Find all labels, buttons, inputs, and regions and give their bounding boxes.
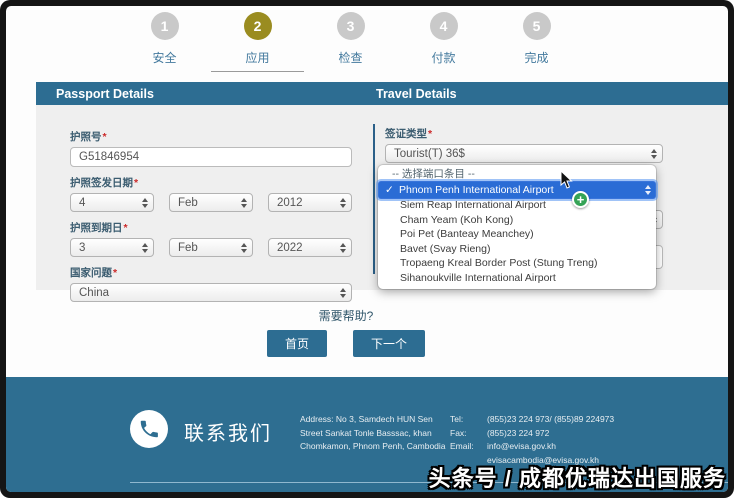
dropdown-option[interactable]: Poi Pet (Banteay Meanchey) (378, 227, 656, 242)
visa-type-select[interactable]: Tourist(T) 36$ (385, 144, 663, 163)
dropdown-option[interactable]: Sihanoukville International Airport (378, 271, 656, 286)
issue-date-label: 护照签发日期* (70, 177, 139, 189)
issue-month-select[interactable]: Feb (169, 193, 253, 212)
contact-details-block: Tel: (855)23 224 973/ (855)89 224973 Fax:… (450, 413, 614, 467)
stepper-icon (651, 148, 657, 159)
form-panel: Passport Details Travel Details 护照号* 护照签… (36, 82, 728, 302)
issue-day-select[interactable]: 4 (70, 193, 154, 212)
next-button[interactable]: 下一个 (353, 330, 426, 357)
stepper-icon (340, 242, 346, 253)
stepper-icon (142, 242, 148, 253)
step-number-badge: 4 (429, 12, 458, 40)
country-label: 国家问题* (70, 267, 118, 279)
email-value[interactable]: info@evisa.gov.kh (487, 440, 556, 454)
address-block: Address: No 3, Samdech HUN Sen Street Sa… (300, 414, 446, 451)
nav-buttons: 首页 下一个 (6, 330, 686, 357)
dropdown-placeholder-option[interactable]: -- 选择端口条目 -- (378, 167, 656, 182)
dropdown-option[interactable]: Siem Reap International Airport (378, 198, 656, 213)
dropdown-option[interactable]: Tropaeng Kreal Border Post (Stung Treng) (378, 256, 656, 271)
fax-value: (855)23 224 972 (487, 427, 550, 438)
passport-number-label: 护照号* (70, 131, 107, 143)
step-indicator: 1 安全 2 应用 3 检查 4 付款 5 完成 (118, 12, 583, 72)
step-security[interactable]: 1 安全 (118, 12, 211, 72)
stepper-icon (340, 287, 346, 298)
passport-details-column: 护照号* 护照签发日期* 4 Feb 2012 (70, 129, 352, 310)
dropdown-option-selected[interactable]: ✓ Phnom Penh International Airport (379, 181, 655, 198)
travel-details-title: Travel Details (376, 86, 457, 101)
tel-value: (855)23 224 973/ (855)89 224973 (487, 414, 615, 424)
step-number-badge: 5 (522, 12, 551, 40)
step-label: 完成 (524, 51, 549, 65)
dropdown-option[interactable]: Bavet (Svay Rieng) (378, 242, 656, 257)
column-divider (373, 124, 375, 274)
expiry-day-select[interactable]: 3 (70, 238, 154, 257)
step-complete[interactable]: 5 完成 (490, 12, 583, 72)
step-label: 付款 (431, 51, 456, 65)
checkmark-icon: ✓ (385, 183, 394, 196)
dropdown-option[interactable]: Cham Yeam (Koh Kong) (378, 213, 656, 228)
contact-us-title: 联系我们 (184, 423, 272, 445)
step-label: 应用 (245, 51, 270, 65)
stepper-icon (340, 197, 346, 208)
stepper-icon (241, 197, 247, 208)
expiry-year-select[interactable]: 2022 (268, 238, 352, 257)
port-entry-dropdown: -- 选择端口条目 -- ✓ Phnom Penh International A… (378, 165, 656, 289)
home-button[interactable]: 首页 (266, 330, 327, 357)
passport-details-title: Passport Details (56, 86, 154, 101)
passport-number-input[interactable] (70, 147, 352, 167)
mouse-cursor-icon (560, 169, 576, 195)
watermark-text: 头条号 / 成都优瑞达出国服务 (428, 466, 726, 491)
step-number-badge: 1 (150, 12, 179, 40)
expiry-month-select[interactable]: Feb (169, 238, 253, 257)
step-label: 检查 (338, 51, 363, 65)
step-payment[interactable]: 4 付款 (397, 12, 490, 72)
country-select[interactable]: China (70, 283, 352, 302)
required-asterisk: * (102, 131, 107, 143)
step-number-badge: 3 (336, 12, 365, 40)
step-label: 安全 (152, 51, 177, 65)
expiry-date-label: 护照到期日* (70, 222, 128, 234)
panel-header: Passport Details Travel Details (36, 82, 728, 105)
issue-year-select[interactable]: 2012 (268, 193, 352, 212)
required-asterisk: * (123, 222, 128, 234)
stepper-icon (241, 242, 247, 253)
stepper-icon (142, 197, 148, 208)
required-asterisk: * (113, 267, 118, 279)
required-asterisk: * (134, 177, 139, 189)
step-application-active[interactable]: 2 应用 (211, 12, 304, 72)
phone-icon (130, 410, 168, 448)
screenshot-frame: 1 安全 2 应用 3 检查 4 付款 5 完成 Passport Detail… (0, 0, 734, 498)
step-number-badge: 2 (243, 12, 272, 40)
step-review[interactable]: 3 检查 (304, 12, 397, 72)
stepper-icon (645, 184, 651, 195)
evisa-application-page: 1 安全 2 应用 3 检查 4 付款 5 完成 Passport Detail… (6, 6, 728, 492)
visa-type-label: 签证类型* (385, 128, 433, 140)
need-help-text[interactable]: 需要帮助? (6, 307, 686, 324)
required-asterisk: * (428, 128, 433, 140)
